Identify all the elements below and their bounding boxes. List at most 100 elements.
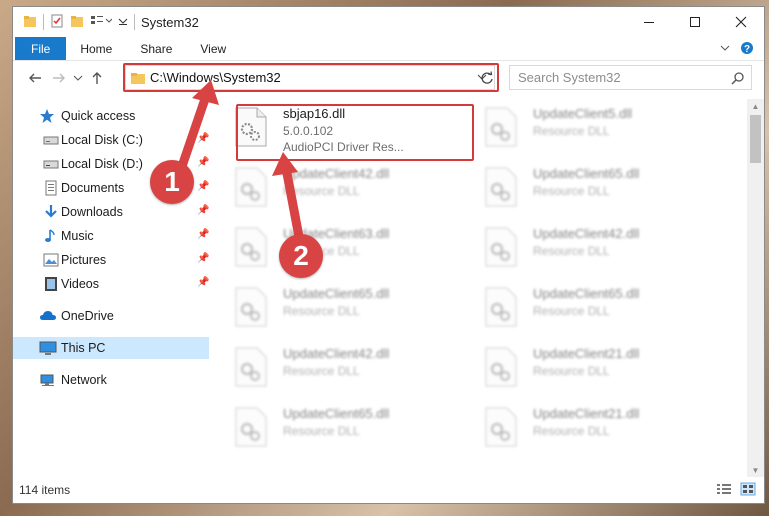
sidebar-item-downloads[interactable]: Downloads 📌 <box>13 201 209 223</box>
recent-locations-chevron-icon[interactable] <box>71 66 85 90</box>
tab-home[interactable]: Home <box>66 37 126 60</box>
step-1-callout: 1 <box>150 160 194 204</box>
sidebar-item-this-pc[interactable]: This PC <box>13 337 209 359</box>
file-description: Resource DLL <box>533 184 610 198</box>
up-button[interactable] <box>85 66 109 90</box>
file-name: UpdateClient42.dll <box>283 166 390 181</box>
computer-icon <box>39 340 57 356</box>
dll-file-icon <box>483 107 519 147</box>
dll-file-icon <box>233 227 269 267</box>
navigation-bar: C:\Windows\System32 Search System32 <box>13 61 764 95</box>
file-item[interactable]: UpdateClient42.dll Resource DLL <box>219 339 455 395</box>
navigation-pane: Quick access Local Disk (C:) 📌 Local Dis… <box>13 99 209 477</box>
search-icon[interactable] <box>731 71 745 88</box>
file-item[interactable]: UpdateClient21.dll Resource DLL <box>469 339 705 395</box>
large-icons-view-icon[interactable] <box>740 482 756 499</box>
file-item[interactable]: UpdateClient42.dll Resource DLL <box>469 219 705 275</box>
sidebar-item-videos[interactable]: Videos 📌 <box>13 273 209 295</box>
pin-icon[interactable]: 📌 <box>197 229 209 240</box>
maximize-button[interactable] <box>672 7 718 37</box>
sidebar-item-onedrive[interactable]: OneDrive <box>13 305 209 327</box>
status-bar: 114 items <box>13 477 764 503</box>
file-description: Resource DLL <box>533 364 610 378</box>
tab-file[interactable]: File <box>15 37 67 60</box>
ribbon-tabs: File Home Share View ? <box>13 37 764 61</box>
minimize-button[interactable] <box>626 7 672 37</box>
step-2-callout: 2 <box>279 234 323 278</box>
pin-icon[interactable]: 📌 <box>197 277 209 288</box>
scroll-thumb[interactable] <box>750 115 761 163</box>
tab-view[interactable]: View <box>186 37 240 60</box>
pictures-icon <box>43 252 59 268</box>
dll-file-icon <box>483 347 519 387</box>
tab-share[interactable]: Share <box>126 37 186 60</box>
file-description: Resource DLL <box>283 424 360 438</box>
divider <box>134 14 135 30</box>
pin-icon[interactable]: 📌 <box>197 205 209 216</box>
folder-icon <box>23 14 37 31</box>
file-item[interactable]: UpdateClient42.dll Resource DLL <box>219 159 455 215</box>
network-icon <box>39 372 55 388</box>
file-name: UpdateClient42.dll <box>533 226 640 241</box>
vertical-scrollbar[interactable]: ▲ ▼ <box>747 99 764 477</box>
sidebar-item-music[interactable]: Music 📌 <box>13 225 209 247</box>
expand-ribbon-chevron-icon[interactable] <box>720 42 730 56</box>
details-view-icon[interactable] <box>716 482 732 499</box>
dll-file-icon <box>483 287 519 327</box>
pin-icon[interactable]: 📌 <box>197 133 209 144</box>
file-description: Resource DLL <box>283 364 360 378</box>
dll-file-icon <box>483 227 519 267</box>
file-name: UpdateClient65.dll <box>533 286 640 301</box>
scroll-down-arrow-icon[interactable]: ▼ <box>747 463 764 477</box>
search-input[interactable]: Search System32 <box>509 65 752 90</box>
window-title: System32 <box>141 14 199 30</box>
properties-icon[interactable] <box>50 14 64 31</box>
pin-icon[interactable]: 📌 <box>197 253 209 264</box>
file-item[interactable]: UpdateClient65.dll Resource DLL <box>469 159 705 215</box>
file-item[interactable]: UpdateClient65.dll Resource DLL <box>219 279 455 335</box>
file-description: Resource DLL <box>283 304 360 318</box>
pin-icon[interactable]: 📌 <box>197 157 209 168</box>
file-item[interactable]: UpdateClient65.dll Resource DLL <box>469 279 705 335</box>
pin-icon[interactable]: 📌 <box>197 181 209 192</box>
file-name: UpdateClient65.dll <box>533 166 640 181</box>
customize-toolbar-chevron-icon[interactable] <box>118 15 128 29</box>
dll-file-icon <box>483 407 519 447</box>
file-name: UpdateClient42.dll <box>283 346 390 361</box>
file-name: UpdateClient21.dll <box>533 406 640 421</box>
file-item[interactable]: UpdateClient65.dll Resource DLL <box>219 399 455 455</box>
title-bar: System32 <box>13 7 764 37</box>
item-count: 114 items <box>19 483 71 497</box>
sidebar-item-pictures[interactable]: Pictures 📌 <box>13 249 209 271</box>
file-item[interactable]: UpdateClient63.dll Resource DLL <box>219 219 455 275</box>
forward-button[interactable] <box>47 66 71 90</box>
sidebar-item-network[interactable]: Network <box>13 369 209 391</box>
view-buttons <box>716 482 756 499</box>
new-folder-icon[interactable] <box>70 14 84 31</box>
divider <box>43 14 44 30</box>
file-description: Resource DLL <box>533 424 610 438</box>
address-highlight-box <box>123 63 499 92</box>
sidebar-item-local-disk-c[interactable]: Local Disk (C:) 📌 <box>13 129 209 151</box>
file-item[interactable]: UpdateClient21.dll Resource DLL <box>469 399 705 455</box>
file-description: Resource DLL <box>533 244 610 258</box>
drive-icon <box>43 156 59 172</box>
close-button[interactable] <box>718 7 764 37</box>
downloads-icon <box>43 204 59 220</box>
sidebar-item-quick-access[interactable]: Quick access <box>13 105 209 127</box>
svg-text:?: ? <box>744 44 750 55</box>
dll-file-icon <box>233 167 269 207</box>
file-name: UpdateClient5.dll <box>533 106 633 121</box>
ribbon-right-controls: ? <box>720 37 754 61</box>
dll-file-icon <box>233 287 269 327</box>
file-item[interactable]: UpdateClient5.dll Resource DLL <box>469 99 705 155</box>
scroll-up-arrow-icon[interactable]: ▲ <box>747 99 764 113</box>
dll-file-icon <box>233 347 269 387</box>
back-button[interactable] <box>23 66 47 90</box>
dll-file-icon <box>483 167 519 207</box>
view-options-icon[interactable] <box>90 14 113 31</box>
quick-access-toolbar <box>13 14 135 31</box>
file-name: UpdateClient21.dll <box>533 346 640 361</box>
window-controls <box>626 7 764 37</box>
help-icon[interactable]: ? <box>740 41 754 58</box>
